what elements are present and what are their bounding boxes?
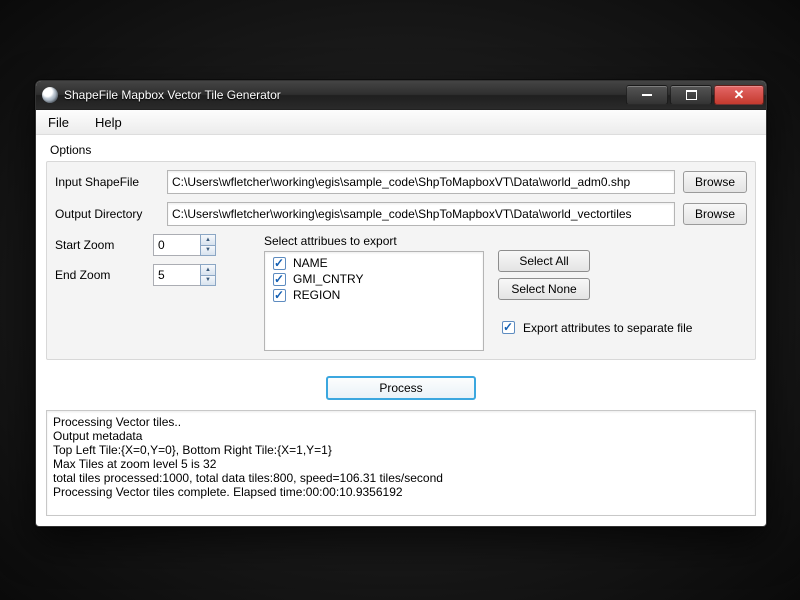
- input-shapefile-label: Input ShapeFile: [55, 175, 167, 189]
- spin-up-icon[interactable]: ▲: [200, 234, 216, 245]
- attribute-name: REGION: [293, 288, 340, 302]
- list-item: NAME: [269, 255, 479, 271]
- browse-output-button[interactable]: Browse: [683, 203, 747, 225]
- spin-down-icon[interactable]: ▼: [200, 245, 216, 257]
- attribute-name: GMI_CNTRY: [293, 272, 363, 286]
- start-zoom-stepper[interactable]: ▲▼: [153, 234, 216, 256]
- titlebar[interactable]: ShapeFile Mapbox Vector Tile Generator ✕: [36, 81, 766, 110]
- export-attributes-label: Export attributes to separate file: [523, 321, 692, 335]
- maximize-button[interactable]: [670, 85, 712, 105]
- app-icon: [42, 87, 58, 103]
- export-attributes-checkbox[interactable]: [502, 321, 515, 334]
- close-button[interactable]: ✕: [714, 85, 764, 105]
- start-zoom-input[interactable]: [153, 234, 200, 256]
- attributes-label: Select attribues to export: [264, 234, 484, 248]
- process-button[interactable]: Process: [326, 376, 476, 400]
- output-directory-label: Output Directory: [55, 207, 167, 221]
- spin-down-icon[interactable]: ▼: [200, 275, 216, 287]
- options-panel: Input ShapeFile Browse Output Directory …: [46, 161, 756, 360]
- minimize-button[interactable]: [626, 85, 668, 105]
- window-title: ShapeFile Mapbox Vector Tile Generator: [64, 88, 626, 102]
- select-all-button[interactable]: Select All: [498, 250, 590, 272]
- spin-up-icon[interactable]: ▲: [200, 264, 216, 275]
- attribute-checkbox[interactable]: [273, 289, 286, 302]
- client-area: Options Input ShapeFile Browse Output Di…: [36, 135, 766, 526]
- end-zoom-stepper[interactable]: ▲▼: [153, 264, 216, 286]
- list-item: GMI_CNTRY: [269, 271, 479, 287]
- select-none-button[interactable]: Select None: [498, 278, 590, 300]
- end-zoom-input[interactable]: [153, 264, 200, 286]
- options-label: Options: [46, 141, 756, 161]
- log-output[interactable]: Processing Vector tiles.. Output metadat…: [46, 410, 756, 516]
- menubar: File Help: [36, 110, 766, 135]
- attributes-listbox[interactable]: NAME GMI_CNTRY REGION: [264, 251, 484, 351]
- output-directory-field[interactable]: [167, 202, 675, 226]
- attribute-name: NAME: [293, 256, 328, 270]
- attribute-checkbox[interactable]: [273, 273, 286, 286]
- menu-help[interactable]: Help: [91, 113, 126, 132]
- end-zoom-label: End Zoom: [55, 268, 145, 282]
- app-window: ShapeFile Mapbox Vector Tile Generator ✕…: [35, 80, 767, 527]
- browse-input-button[interactable]: Browse: [683, 171, 747, 193]
- input-shapefile-field[interactable]: [167, 170, 675, 194]
- attribute-checkbox[interactable]: [273, 257, 286, 270]
- menu-file[interactable]: File: [44, 113, 73, 132]
- start-zoom-label: Start Zoom: [55, 238, 145, 252]
- list-item: REGION: [269, 287, 479, 303]
